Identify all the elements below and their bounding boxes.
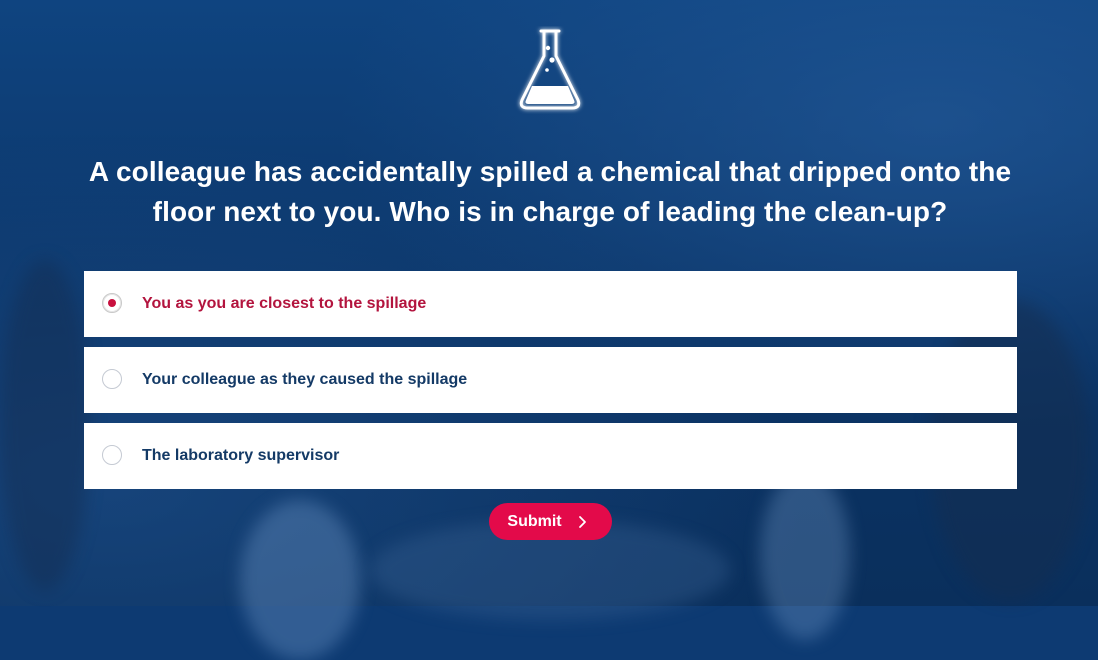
submit-button[interactable]: Submit bbox=[489, 503, 612, 540]
answer-options: You as you are closest to the spillage Y… bbox=[84, 271, 1017, 499]
chevron-right-icon bbox=[578, 515, 586, 528]
radio-button[interactable] bbox=[102, 369, 122, 389]
question-text: A colleague has accidentally spilled a c… bbox=[88, 156, 1012, 227]
radio-button-selected[interactable] bbox=[102, 293, 122, 313]
flask-icon bbox=[519, 29, 581, 110]
option-supervisor[interactable]: The laboratory supervisor bbox=[84, 423, 1017, 489]
option-label: The laboratory supervisor bbox=[142, 447, 340, 464]
option-colleague[interactable]: Your colleague as they caused the spilla… bbox=[84, 347, 1017, 413]
option-closest[interactable]: You as you are closest to the spillage bbox=[84, 271, 1017, 337]
option-label: Your colleague as they caused the spilla… bbox=[142, 371, 468, 388]
option-label: You as you are closest to the spillage bbox=[142, 295, 427, 312]
radio-button[interactable] bbox=[102, 445, 122, 465]
submit-label: Submit bbox=[507, 512, 562, 530]
